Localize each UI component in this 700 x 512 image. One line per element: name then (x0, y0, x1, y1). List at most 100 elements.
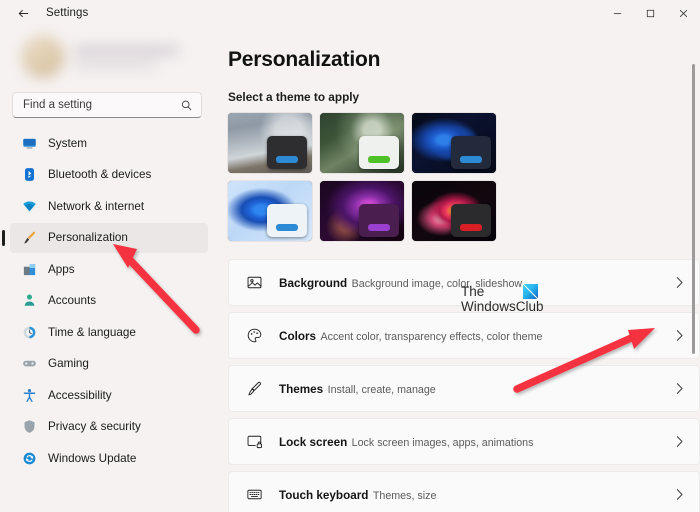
settings-row-text: Background Background image, color, slid… (279, 274, 657, 292)
theme-grid (228, 113, 700, 241)
sidebar-item-label: Windows Update (48, 451, 137, 465)
sidebar-item-network-internet[interactable]: Network & internet (10, 191, 208, 221)
theme-window-preview (451, 136, 491, 169)
app-title: Settings (46, 7, 89, 19)
gamepad-icon (21, 356, 37, 372)
minimize-icon (613, 12, 622, 14)
sidebar-item-system[interactable]: System (10, 128, 208, 158)
settings-row-title: Touch keyboard (279, 488, 369, 502)
sidebar-item-accessibility[interactable]: Accessibility (10, 380, 208, 410)
keyboard-icon (243, 486, 265, 503)
settings-row-text: Colors Accent color, transparency effect… (279, 327, 657, 345)
search-box[interactable] (12, 92, 202, 118)
search-icon (180, 99, 193, 112)
theme-card[interactable] (412, 113, 496, 173)
settings-row-themes[interactable]: Themes Install, create, manage (228, 365, 700, 412)
theme-window-preview (267, 136, 307, 169)
main-content: Personalization Select a theme to apply (218, 26, 700, 512)
chevron-right-icon[interactable] (671, 435, 687, 448)
theme-window-preview (451, 204, 491, 237)
sidebar-nav: System Bluetooth & devices Network & int… (0, 128, 218, 475)
search-input[interactable] (23, 99, 180, 111)
update-icon (21, 450, 37, 466)
settings-row-colors[interactable]: Colors Accent color, transparency effect… (228, 312, 700, 359)
chevron-right-icon[interactable] (671, 382, 687, 395)
theme-card[interactable] (320, 181, 404, 241)
back-arrow-icon (18, 9, 28, 17)
sidebar-item-label: Accessibility (48, 388, 112, 402)
settings-list: Background Background image, color, slid… (228, 259, 700, 512)
back-button[interactable] (8, 1, 38, 25)
shield-icon (21, 419, 37, 435)
theme-card[interactable] (228, 181, 312, 241)
profile-text-placeholder (74, 45, 208, 69)
sidebar-item-label: Network & internet (48, 199, 145, 213)
sidebar-item-windows-update[interactable]: Windows Update (10, 443, 208, 473)
person-icon (21, 293, 37, 309)
user-profile-blurred[interactable] (22, 30, 208, 84)
clock-icon (21, 324, 37, 340)
sidebar-item-accounts[interactable]: Accounts (10, 286, 208, 316)
page-title: Personalization (228, 48, 381, 71)
picture-icon (243, 274, 265, 291)
close-icon (679, 9, 688, 17)
theme-section-label: Select a theme to apply (228, 90, 360, 104)
monitor-icon (21, 135, 37, 151)
settings-row-text: Themes Install, create, manage (279, 380, 657, 398)
scrollbar-thumb[interactable] (692, 64, 695, 354)
settings-row-title: Themes (279, 382, 324, 396)
sidebar-item-apps[interactable]: Apps (10, 254, 208, 284)
settings-row-title: Lock screen (279, 435, 348, 449)
theme-accent-bar (460, 224, 482, 231)
sidebar-item-label: Accounts (48, 294, 97, 307)
sidebar-item-label: Bluetooth & devices (48, 168, 152, 181)
window-controls (601, 0, 700, 26)
apps-icon (21, 261, 37, 277)
settings-row-background[interactable]: Background Background image, color, slid… (228, 259, 700, 306)
sidebar-item-bluetooth-devices[interactable]: Bluetooth & devices (10, 160, 208, 190)
theme-card[interactable] (228, 113, 312, 173)
theme-window-preview (359, 136, 399, 169)
settings-row-text: Lock screen Lock screen images, apps, an… (279, 433, 657, 451)
chevron-right-icon[interactable] (671, 488, 687, 501)
chevron-right-icon[interactable] (671, 276, 687, 289)
settings-row-subtitle: Themes, size (372, 489, 437, 502)
brush-icon (243, 380, 265, 397)
avatar (22, 36, 64, 78)
settings-window: Settings Find a setting System Bluetooth… (0, 0, 700, 512)
paintbrush-icon (21, 230, 37, 246)
settings-row-subtitle: Background image, color, slideshow (351, 277, 523, 290)
settings-row-subtitle: Accent color, transparency effects, colo… (320, 330, 543, 343)
wifi-icon (21, 198, 37, 214)
sidebar-item-time-language[interactable]: Time & language (10, 317, 208, 347)
sidebar-item-personalization[interactable]: Personalization (2, 222, 208, 253)
settings-row-subtitle: Lock screen images, apps, animations (351, 436, 534, 449)
settings-row-touch-keyboard[interactable]: Touch keyboard Themes, size (228, 471, 700, 512)
sidebar-item-label: Privacy & security (48, 420, 141, 433)
minimize-button[interactable] (601, 0, 634, 26)
sidebar: System Bluetooth & devices (0, 26, 218, 512)
settings-row-title: Background (279, 276, 348, 290)
settings-row-title: Colors (279, 329, 317, 343)
accessibility-icon (21, 387, 37, 403)
bluetooth-icon (21, 167, 37, 183)
settings-row-subtitle: Install, create, manage (327, 383, 436, 396)
theme-accent-bar (368, 224, 390, 231)
settings-row-text: Touch keyboard Themes, size (279, 486, 657, 504)
sidebar-item-label: Gaming (48, 357, 89, 370)
lock-icon (243, 433, 265, 450)
theme-card[interactable] (412, 181, 496, 241)
sidebar-item-privacy-security[interactable]: Privacy & security (10, 412, 208, 442)
sidebar-item-label: System (48, 136, 87, 150)
maximize-button[interactable] (634, 0, 667, 26)
chevron-right-icon[interactable] (671, 329, 687, 342)
title-bar: Settings (0, 0, 700, 26)
sidebar-item-label: Apps (48, 262, 75, 276)
theme-card[interactable] (320, 113, 404, 173)
search-container (12, 92, 202, 118)
theme-accent-bar (460, 156, 482, 163)
settings-row-lock-screen[interactable]: Lock screen Lock screen images, apps, an… (228, 418, 700, 465)
scrollbar[interactable] (689, 44, 697, 508)
sidebar-item-gaming[interactable]: Gaming (10, 349, 208, 379)
close-button[interactable] (667, 0, 700, 26)
